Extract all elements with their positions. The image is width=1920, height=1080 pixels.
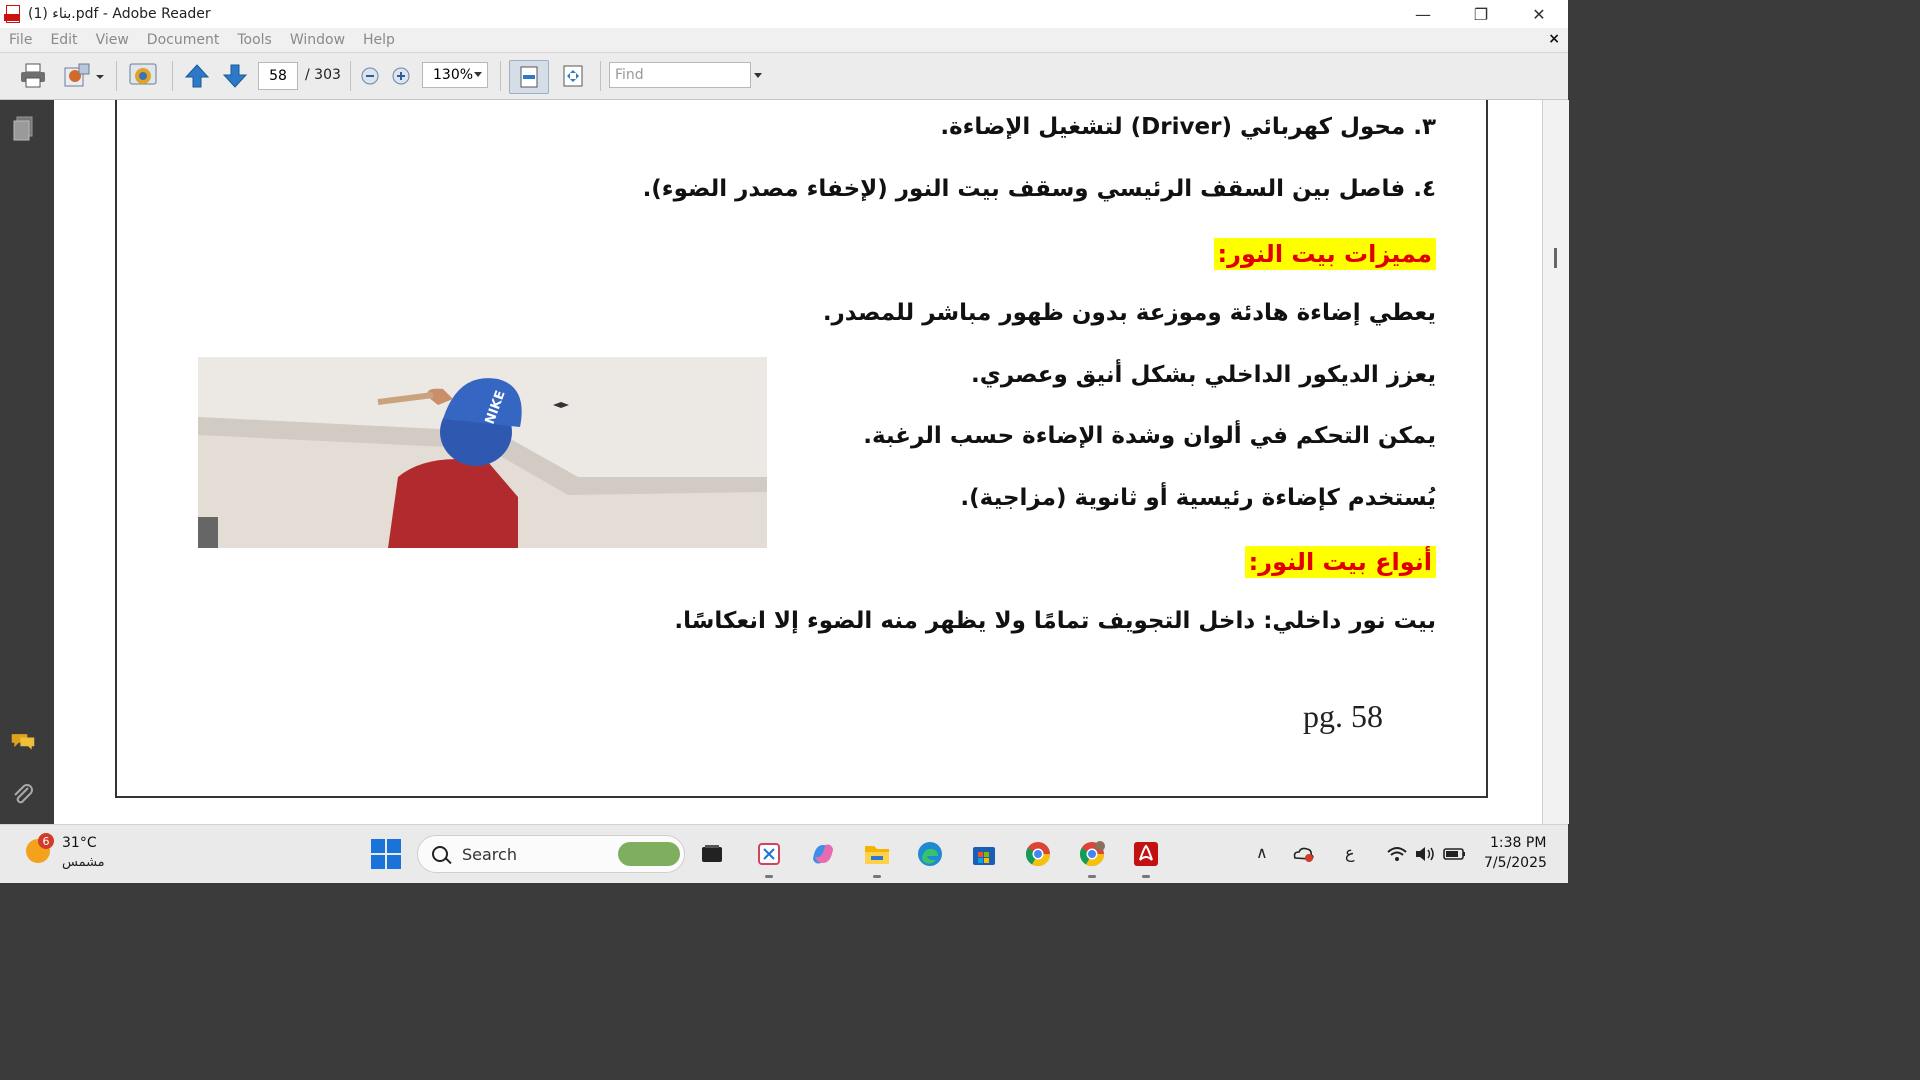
heading-features: مميزات بيت النور:: [1213, 238, 1436, 270]
pages-panel-icon[interactable]: [10, 116, 36, 142]
show-hidden-icons-chevron-icon[interactable]: ∧: [1256, 843, 1268, 862]
weather-temperature[interactable]: 31°C: [62, 835, 97, 851]
weather-badge: 6: [38, 833, 54, 849]
clock-date[interactable]: 7/5/2025: [1484, 855, 1547, 871]
zoom-value: 130%: [433, 67, 474, 83]
copilot-icon[interactable]: [806, 837, 840, 871]
ceiling-worker-photo: NIKE: [198, 357, 767, 548]
window-title: بناء (1).pdf - Adobe Reader: [28, 6, 211, 22]
zoom-in-icon[interactable]: [389, 60, 413, 92]
find-input[interactable]: Find: [609, 62, 751, 88]
previous-page-icon[interactable]: [182, 60, 212, 92]
close-document-button[interactable]: ×: [1548, 31, 1560, 47]
battery-icon[interactable]: [1438, 837, 1472, 871]
zoom-out-icon[interactable]: [358, 60, 382, 92]
menu-document[interactable]: Document: [138, 32, 229, 48]
close-button[interactable]: ✕: [1510, 0, 1568, 28]
menu-bar: File Edit View Document Tools Window Hel…: [0, 28, 1568, 53]
restore-button[interactable]: ❐: [1452, 0, 1510, 28]
next-page-icon[interactable]: [220, 60, 250, 92]
edge-browser-icon[interactable]: [913, 837, 947, 871]
menu-view[interactable]: View: [87, 32, 138, 48]
fit-width-icon[interactable]: [509, 60, 549, 94]
chrome-icon[interactable]: [1021, 837, 1055, 871]
toolbar: 58 / 303 130% Find: [0, 53, 1568, 100]
collaborate-icon[interactable]: [124, 60, 162, 92]
minimize-button[interactable]: —: [1394, 0, 1452, 28]
navigation-pane: [0, 100, 46, 824]
title-bar: بناء (1).pdf - Adobe Reader — ❐ ✕: [0, 0, 1568, 28]
task-view-icon[interactable]: [695, 837, 729, 871]
adobe-pdf-icon: [4, 5, 20, 23]
chrome-profile-icon[interactable]: [1075, 837, 1109, 871]
adobe-reader-taskbar-icon[interactable]: [1129, 837, 1163, 871]
heading-types: أنواع بيت النور:: [1244, 546, 1436, 578]
share-dropdown-icon[interactable]: [60, 60, 106, 92]
volume-icon[interactable]: [1408, 837, 1442, 871]
chevron-down-icon: [474, 72, 482, 77]
weather-condition[interactable]: مشمس: [62, 855, 105, 870]
menu-help[interactable]: Help: [354, 32, 404, 48]
doc-line-type-internal: بيت نور داخلي: داخل التجويف تمامًا ولا ي…: [674, 608, 1436, 634]
search-label: Search: [462, 845, 517, 864]
doc-line-separator: ٤. فاصل بين السقف الرئيسي وسقف بيت النور…: [642, 176, 1436, 202]
snipping-tool-icon[interactable]: [752, 837, 786, 871]
vertical-scrollbar[interactable]: [1542, 100, 1569, 824]
file-explorer-icon[interactable]: [860, 837, 894, 871]
find-placeholder: Find: [615, 67, 644, 83]
microsoft-store-icon[interactable]: [967, 837, 1001, 871]
doc-line-feature-2: يعزز الديكور الداخلي بشكل أنيق وعصري.: [971, 362, 1436, 388]
menu-file[interactable]: File: [0, 32, 41, 48]
doc-line-driver: ٣. محول كهربائي (Driver) لتشغيل الإضاءة.: [940, 114, 1436, 140]
search-icon: [432, 846, 448, 862]
doc-line-feature-3: يمكن التحكم في ألوان وشدة الإضاءة حسب ال…: [863, 423, 1436, 449]
page-total-label: / 303: [305, 67, 341, 83]
find-options-chevron-icon[interactable]: [754, 73, 762, 78]
onedrive-sync-icon[interactable]: [1286, 837, 1320, 871]
language-indicator[interactable]: ع: [1345, 843, 1355, 862]
windows-taskbar: 6 31°C مشمس Search ∧ ع 1:38 PM 7/5/2025: [0, 824, 1568, 883]
doc-line-feature-1: يعطي إضاءة هادئة وموزعة بدون ظهور مباشر …: [822, 300, 1436, 326]
menu-window[interactable]: Window: [281, 32, 354, 48]
zoom-select[interactable]: 130%: [422, 62, 488, 88]
clock-time[interactable]: 1:38 PM: [1490, 835, 1546, 851]
page-number-input[interactable]: 58: [258, 62, 298, 90]
attachments-paperclip-icon[interactable]: [10, 782, 36, 808]
comments-panel-icon[interactable]: [10, 728, 36, 754]
search-highlight-image: [618, 842, 680, 866]
page-number-label: pg. 58: [1303, 698, 1383, 734]
start-windows-icon[interactable]: [371, 839, 401, 869]
doc-line-feature-4: يُستخدم كإضاءة رئيسية أو ثانوية (مزاجية)…: [960, 485, 1436, 511]
print-icon[interactable]: [16, 60, 50, 92]
taskbar-search-box[interactable]: Search: [417, 835, 685, 873]
menu-tools[interactable]: Tools: [228, 32, 281, 48]
scrollbar-thumb[interactable]: [1554, 248, 1557, 268]
fit-page-icon[interactable]: [558, 60, 588, 92]
menu-edit[interactable]: Edit: [41, 32, 86, 48]
document-viewport[interactable]: ٣. محول كهربائي (Driver) لتشغيل الإضاءة.…: [54, 100, 1542, 824]
